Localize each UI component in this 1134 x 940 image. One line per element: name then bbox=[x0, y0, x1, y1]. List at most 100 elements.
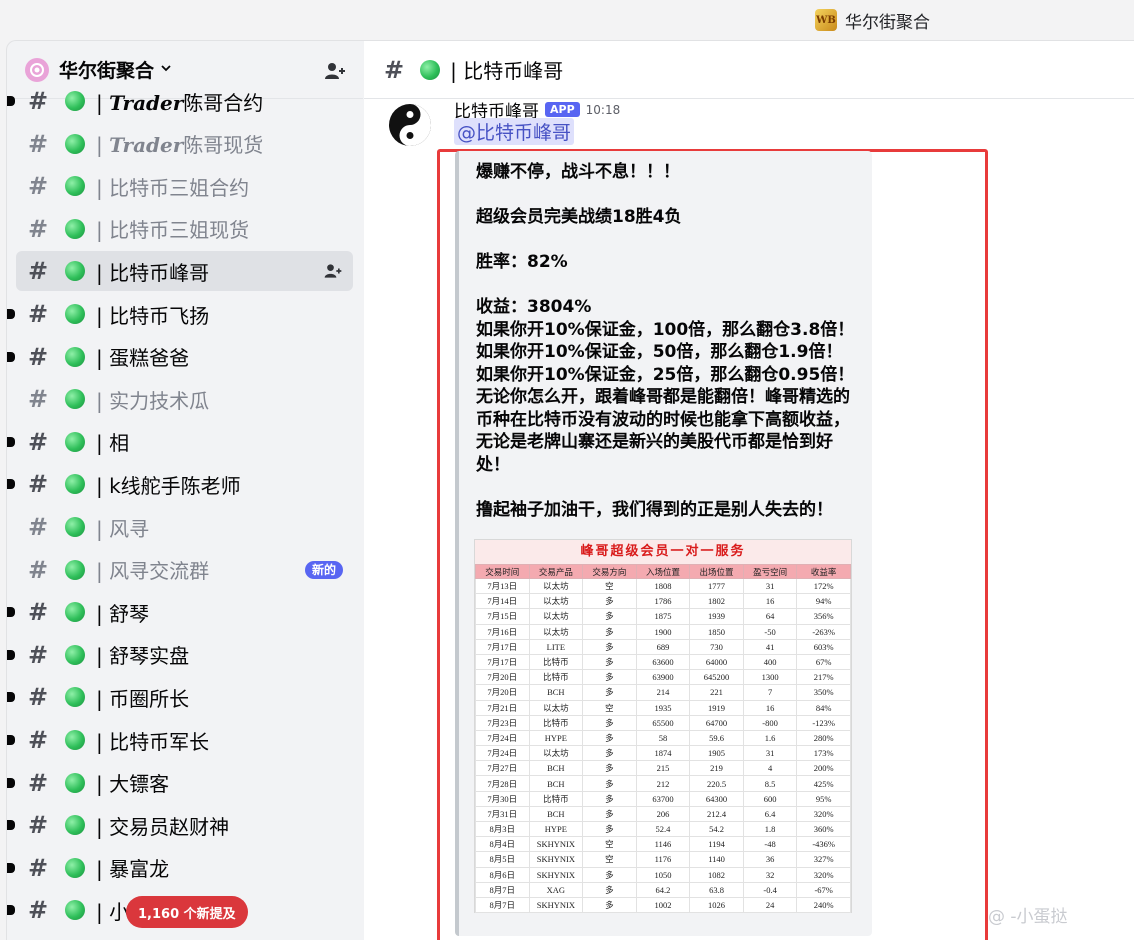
channel-name: | 大镖客 bbox=[96, 772, 170, 797]
table-cell: 8月7日 bbox=[475, 896, 530, 914]
channel-name: | 舒琴 bbox=[96, 601, 150, 626]
channel-list: # | Trader陈哥合约 # | Trader陈哥现货 # | 比特币三姐合约 # | 比… bbox=[7, 87, 363, 940]
channel-name: | 相 bbox=[96, 431, 130, 456]
hash-icon: # bbox=[28, 896, 49, 925]
table-cell: 16 bbox=[742, 593, 798, 610]
table-row: 8月6日 SKHYNIX 多 1050 1082 32 320% bbox=[475, 866, 851, 883]
table-cell: 64700 bbox=[689, 714, 744, 731]
table-cell: 206 bbox=[635, 805, 691, 823]
table-cell: 8月3日 bbox=[475, 820, 530, 838]
add-member-icon[interactable] bbox=[323, 59, 347, 83]
hash-icon: # bbox=[384, 55, 405, 84]
sidebar-channel[interactable]: # | 比特币飞扬 bbox=[7, 294, 353, 334]
table-cell: 7月20日 bbox=[475, 684, 530, 701]
table-cell: 多 bbox=[582, 805, 637, 823]
channel-name: | 实力技术瓜 bbox=[96, 388, 210, 413]
table-cell: 1905 bbox=[689, 745, 744, 762]
table-cell: 212 bbox=[635, 775, 691, 792]
sidebar-channel[interactable]: # | 币圈所长 bbox=[7, 677, 353, 717]
table-row: 7月17日 比特币多 63600 64000 400 67% bbox=[475, 653, 851, 671]
table-cell: 8月4日 bbox=[475, 836, 530, 853]
table-cell: 多 bbox=[582, 669, 637, 686]
table-cell: 31 bbox=[742, 745, 798, 762]
table-cell: 7月14日 bbox=[475, 593, 530, 610]
hash-icon: # bbox=[28, 129, 49, 158]
table-cell: HYPE bbox=[528, 729, 584, 747]
embed-line bbox=[476, 476, 866, 499]
sidebar-channel[interactable]: # | 舒琴实盘 bbox=[7, 635, 353, 675]
table-cell: 1.8 bbox=[742, 820, 798, 838]
embed-line: 如果你开10%保证金，50倍，那么翻仓1.9倍！ bbox=[476, 342, 843, 362]
sidebar-channel[interactable]: # | k线舵手陈老师 bbox=[7, 464, 353, 504]
table-cell: 350% bbox=[796, 684, 851, 701]
table-row: 7月17日 LITE 多 689 730 41 603% bbox=[475, 638, 851, 655]
table-cell: 7月20日 bbox=[475, 669, 530, 686]
table-row: 7月14日 以太坊多 1786 1802 16 94% bbox=[475, 593, 851, 610]
sidebar-channel[interactable]: # | 风寻交流群 新的 bbox=[16, 550, 353, 590]
hash-icon: # bbox=[28, 640, 49, 669]
table-cell: 1875 bbox=[635, 608, 691, 625]
hash-icon: # bbox=[28, 853, 49, 882]
invite-icon[interactable] bbox=[323, 261, 343, 281]
table-cell: 比特币 bbox=[528, 653, 584, 671]
table-row: 7月20日 BCH 多 214 221 7 350% bbox=[475, 684, 851, 701]
channel-name: | 风寻交流群 bbox=[96, 559, 210, 584]
table-cell: 比特币 bbox=[528, 790, 584, 807]
table-cell: 以太坊 bbox=[528, 577, 584, 595]
role-mention[interactable]: @比特币峰哥 bbox=[454, 118, 575, 145]
table-cell: 多 bbox=[582, 790, 637, 807]
table-cell: 1777 bbox=[689, 577, 744, 595]
sidebar-channel[interactable]: # | 比特币军长 bbox=[7, 720, 353, 760]
table-cell: 54.2 bbox=[689, 820, 744, 838]
sidebar-channel[interactable]: # | 比特币三姐合约 bbox=[16, 166, 353, 206]
table-cell: 6.4 bbox=[742, 805, 798, 823]
sidebar-channel[interactable]: # | Trader陈哥现货 bbox=[16, 124, 353, 164]
sidebar-channel[interactable]: # | 比特币三姐现货 bbox=[16, 209, 353, 249]
sidebar-channel[interactable]: # | Trader陈哥合约 bbox=[7, 81, 353, 121]
sidebar-channel[interactable]: # | 风寻 bbox=[16, 507, 353, 547]
table-cell: 1.6 bbox=[742, 729, 798, 747]
table-row: 7月23日 比特币多 65500 64700 -800 -123% bbox=[475, 714, 851, 731]
sidebar-channel[interactable]: # | 交易员赵财神 bbox=[7, 805, 353, 845]
hash-icon: # bbox=[28, 683, 49, 712]
table-cell: 1050 bbox=[635, 866, 691, 883]
table-cell: 645200 bbox=[689, 669, 744, 686]
new-mentions-pill[interactable]: 1,160 个新提及 bbox=[126, 896, 248, 928]
table-cell: 多 bbox=[582, 881, 637, 898]
table-row: 7月15日 以太坊多 1875 1939 64 356% bbox=[475, 608, 851, 625]
channel-name: | 交易员赵财神 bbox=[96, 814, 230, 839]
table-cell: 1176 bbox=[635, 851, 691, 868]
sidebar-channel[interactable]: # | 大镖客 bbox=[7, 763, 353, 803]
embed-image[interactable]: 峰哥超级会员一对一服务 交易时间 交易产品 交易方向 入场位置 出场位置 盈亏空间 收益率 … bbox=[474, 539, 852, 914]
table-cell: 7月23日 bbox=[475, 714, 530, 731]
channel-header: # | 比特币峰哥 bbox=[364, 41, 1134, 99]
unread-indicator bbox=[7, 735, 15, 745]
table-cell: 214 bbox=[635, 684, 691, 701]
table-cell: XAG bbox=[528, 881, 584, 898]
sidebar-channel[interactable]: # | 暴富龙 bbox=[7, 848, 353, 888]
table-cell: 32 bbox=[742, 866, 798, 883]
avatar[interactable] bbox=[388, 103, 432, 147]
sidebar-channel[interactable]: # | 蛋糕爸爸 bbox=[7, 337, 353, 377]
table-cell: -50 bbox=[742, 623, 798, 640]
table-cell: -436% bbox=[796, 836, 851, 853]
green-circle-icon bbox=[65, 772, 85, 793]
sidebar-channel[interactable]: # | 实力技术瓜 bbox=[16, 379, 353, 419]
table-cell: SKHYNIX bbox=[528, 851, 584, 868]
table-cell: 多 bbox=[582, 684, 637, 701]
sidebar-channel[interactable]: # | 比特币峰哥 bbox=[16, 251, 353, 292]
chevron-down-icon[interactable] bbox=[160, 62, 172, 78]
table-header: 入场位置 bbox=[635, 564, 691, 579]
unread-indicator bbox=[7, 777, 15, 788]
sidebar-channel[interactable]: # | 舒琴 bbox=[7, 592, 353, 632]
unread-indicator bbox=[7, 607, 15, 618]
green-circle-icon bbox=[65, 517, 85, 537]
green-circle-icon bbox=[65, 559, 85, 580]
table-cell: 7月16日 bbox=[475, 623, 530, 640]
table-cell: 63.8 bbox=[689, 881, 744, 898]
table-cell: 84% bbox=[796, 699, 851, 716]
table-cell: 63600 bbox=[635, 653, 691, 671]
green-circle-icon bbox=[65, 218, 85, 239]
sidebar-channel[interactable]: # | 相 bbox=[7, 422, 353, 462]
table-cell: 1939 bbox=[689, 608, 744, 625]
